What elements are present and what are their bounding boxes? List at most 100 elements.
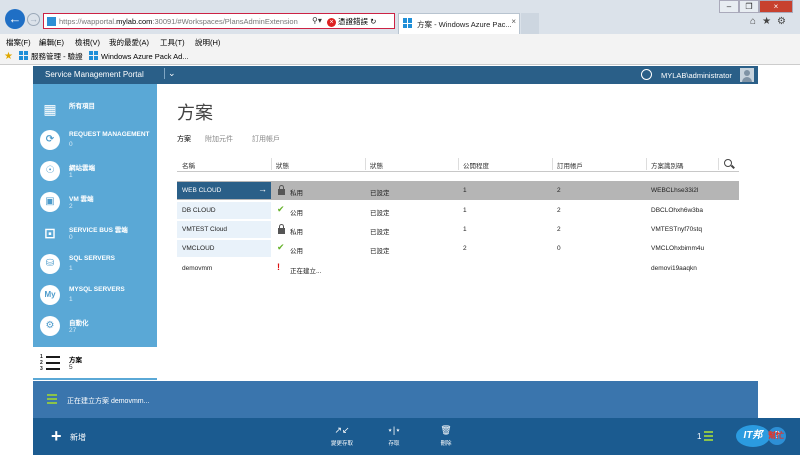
command-bar: + 新增 ↗↙ 變更存取 ⋆|⋆ 存取 🗑 刪除 1	[33, 418, 758, 455]
sidebar-item-request-management[interactable]: ⟳ REQUEST MANAGEMENT 0	[33, 124, 157, 155]
table-row[interactable]: VMCLOUD ✔ 公用 已設定 2 0 VMCLOhxbimm4u	[177, 239, 739, 258]
back-button[interactable]: ←	[5, 9, 25, 29]
notification-bar[interactable]: 正在建立方案 demovmm...	[33, 381, 758, 418]
delete-button[interactable]: 🗑 刪除	[426, 425, 466, 447]
warning-icon: !	[277, 262, 280, 272]
sidebar-item-plans[interactable]: 1 2 3 方案 5	[33, 347, 157, 378]
menu-tools[interactable]: 工具(T)	[160, 37, 185, 48]
certificate-error[interactable]: × 憑證錯誤 ↻	[327, 16, 376, 27]
request-management-icon: ⟳	[40, 130, 60, 150]
ie-toolbar-icons[interactable]: ⌂★⚙	[750, 16, 792, 27]
table-row[interactable]: demovmm ! 正在建立... demovi19aaqkn	[177, 259, 739, 278]
row-status: 私用	[290, 229, 303, 236]
search-icon[interactable]	[724, 159, 732, 167]
new-tab-button[interactable]	[521, 13, 539, 34]
sidebar-item-label: 所有項目	[69, 103, 95, 110]
menu-bar: 檔案(F) 編輯(E) 檢視(V) 我的最愛(A) 工具(T) 說明(H)	[0, 34, 800, 48]
sidebar-item-count: 0	[69, 141, 73, 148]
close-tab-icon[interactable]: ×	[511, 17, 516, 26]
avatar[interactable]	[740, 68, 754, 82]
maximize-button[interactable]: ❐	[739, 0, 759, 13]
table-row[interactable]: WEB CLOUD → 私用 已設定 1 2 WEBCLhse33i2l	[177, 181, 739, 200]
globe-icon[interactable]	[641, 69, 652, 80]
sidebar-item-all-items[interactable]: ▦ 所有項目	[33, 93, 157, 124]
row-plan-id: demovi19aaqkn	[651, 265, 697, 272]
favorites-icon[interactable]: ★	[762, 16, 777, 27]
table-header: 名稱 狀態 狀態 公開程度 訂用帳戶 方案識別碼	[177, 156, 739, 172]
sidebar-item-count: 2	[69, 203, 73, 210]
sidebar-item-automation[interactable]: ⚙ 自動化 27	[33, 310, 157, 341]
portal-header: Service Management Portal ⌄ MYLAB\admini…	[33, 66, 758, 84]
tab-plans[interactable]: 方案	[177, 134, 191, 144]
plus-icon[interactable]: +	[51, 427, 62, 445]
browser-tab[interactable]: 方案 - Windows Azure Pac... ×	[398, 13, 520, 34]
menu-view[interactable]: 檢視(V)	[75, 37, 100, 48]
row-state: 已設定	[370, 190, 390, 197]
sidebar-item-label: 方案	[69, 357, 82, 364]
row-status: 公用	[290, 210, 303, 217]
sidebar-item-label: REQUEST MANAGEMENT	[69, 131, 150, 138]
ithelp-watermark-logo: IT邦 幫忙	[730, 422, 798, 452]
menu-favorites[interactable]: 我的最愛(A)	[109, 37, 149, 48]
operations-list-icon[interactable]	[704, 431, 713, 441]
tab-subscriptions[interactable]: 訂用帳戶	[252, 134, 280, 144]
column-header-public[interactable]: 公開程度	[463, 160, 489, 170]
home-icon[interactable]: ⌂	[750, 16, 762, 27]
sidebar-item-label: VM 雲端	[69, 196, 94, 203]
operations-count[interactable]: 1	[697, 432, 701, 441]
sidebar-item-web-sites[interactable]: ☉ 網站雲端 1	[33, 155, 157, 186]
change-access-button[interactable]: ↗↙ 變更存取	[322, 425, 362, 447]
favorites-star-icon[interactable]: ★	[4, 51, 13, 62]
row-subscriptions: 2	[557, 187, 561, 194]
favorites-bar: ★ 服務管理 - 驗證 Windows Azure Pack Ad...	[0, 48, 800, 65]
close-window-button[interactable]: ×	[759, 0, 793, 13]
sidebar-item-label: SQL SERVERS	[69, 255, 115, 262]
web-sites-icon: ☉	[40, 161, 60, 181]
menu-edit[interactable]: 編輯(E)	[39, 37, 64, 48]
column-header-name[interactable]: 名稱	[182, 160, 195, 170]
gear-icon[interactable]: ⚙	[777, 16, 792, 27]
windows-logo-icon	[403, 18, 413, 28]
search-dropdown-icon[interactable]: ⚲▾	[312, 16, 322, 25]
row-public: 1	[463, 207, 467, 214]
row-state: 已設定	[370, 210, 390, 217]
column-header-status[interactable]: 狀態	[276, 160, 289, 170]
user-name[interactable]: MYLAB\administrator	[661, 71, 732, 80]
arrow-right-icon[interactable]: →	[258, 184, 267, 194]
address-bar[interactable]: https://wapportal.mylab.com:30091/#Works…	[43, 13, 395, 29]
ithelp-logo: IT邦	[736, 425, 770, 447]
vm-clouds-icon: ▣	[40, 192, 60, 212]
row-state: 已設定	[370, 248, 390, 255]
row-name: demovmm	[182, 265, 213, 272]
browser-titlebar: ← → https://wapportal.mylab.com:30091/#W…	[0, 0, 800, 34]
menu-help[interactable]: 說明(H)	[195, 37, 220, 48]
column-header-subscriptions[interactable]: 訂用帳戶	[557, 160, 583, 170]
table-row[interactable]: DB CLOUD ✔ 公用 已設定 1 2 DBCLOhxh6w3ba	[177, 201, 739, 220]
new-button[interactable]: 新增	[70, 432, 86, 443]
access-button[interactable]: ⋆|⋆ 存取	[374, 425, 414, 447]
sidebar-item-vm-clouds[interactable]: ▣ VM 雲端 2	[33, 186, 157, 217]
chevron-down-icon[interactable]: ⌄	[164, 68, 176, 79]
column-header-state[interactable]: 狀態	[370, 160, 383, 170]
row-state: 已設定	[370, 229, 390, 236]
access-icon: ⋆|⋆	[387, 425, 401, 435]
row-public: 1	[463, 187, 467, 194]
sidebar-item-count: 1	[69, 265, 73, 272]
menu-file[interactable]: 檔案(F)	[6, 37, 31, 48]
minimize-button[interactable]: –	[719, 0, 739, 13]
sidebar-item-sql-servers[interactable]: ⛁ SQL SERVERS 1	[33, 248, 157, 279]
sidebar-item-service-bus[interactable]: ⊡ SERVICE BUS 雲端 0	[33, 217, 157, 248]
column-header-plan-id[interactable]: 方案識別碼	[651, 160, 684, 170]
sidebar-item-mysql-servers[interactable]: My MYSQL SERVERS 1	[33, 279, 157, 310]
row-plan-id: DBCLOhxh6w3ba	[651, 207, 704, 214]
tab-add-ons[interactable]: 附加元件	[205, 134, 233, 144]
sidebar-item-count: 5	[69, 364, 73, 371]
forward-button[interactable]: →	[27, 13, 40, 26]
sidebar-item-count: 0	[69, 234, 73, 241]
mysql-servers-icon: My	[40, 285, 60, 305]
progress-list-icon	[47, 394, 57, 404]
favorite-link-auth[interactable]: 服務管理 - 驗證	[19, 51, 83, 62]
table-row[interactable]: VMTEST Cloud 私用 已設定 1 2 VMTESTnyf70stq	[177, 220, 739, 239]
favorite-link-wap[interactable]: Windows Azure Pack Ad...	[89, 51, 189, 61]
sidebar-item-label: 網站雲端	[69, 165, 95, 172]
